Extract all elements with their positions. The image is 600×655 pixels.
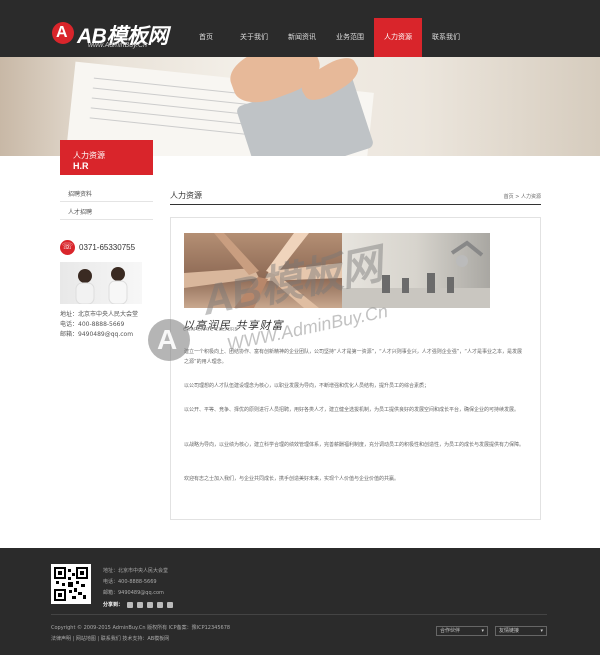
share-star-icon[interactable]	[147, 601, 154, 608]
main-nav: 首页 关于我们 新闻资讯 业务范围 人力资源 联系我们	[182, 18, 470, 57]
phone-icon: ☏	[60, 240, 75, 255]
qr-code-icon	[51, 564, 91, 604]
sidebar-item-1[interactable]: 招聘资料	[60, 184, 153, 202]
paragraph: 以公开、平等、竞争、择优的原则进行人员招聘，用好各类人才，建立健全选拔机制，为员…	[184, 407, 520, 413]
partner-select[interactable]: 合作伙伴	[436, 626, 488, 636]
share-bar: 分享到：	[103, 601, 174, 608]
logo-icon[interactable]: A	[52, 22, 74, 44]
footer-tel: 电话：400-8888-5669	[103, 579, 157, 585]
footer-links[interactable]: 法律声明 | 网站地图 | 联系我们 技术支持：AB模板网	[51, 635, 169, 642]
watermark-logo-icon: A	[148, 319, 190, 361]
share-more-icon[interactable]	[167, 601, 174, 608]
sidebar-title: 人力资源 H.R	[60, 140, 153, 175]
sidebar-email: 邮箱：9490489@qq.com	[60, 331, 134, 338]
page-title: 人力资源	[170, 191, 202, 200]
nav-contact[interactable]: 联系我们	[422, 18, 470, 57]
nav-about[interactable]: 关于我们	[230, 18, 278, 57]
logo-circle: A	[52, 22, 74, 44]
sidebar-item-2[interactable]: 人才招聘	[60, 202, 153, 220]
sidebar-item-label: 招聘资料	[68, 191, 93, 198]
watermark-letter: A	[157, 324, 178, 355]
breadcrumb[interactable]: 首页 > 人力资源	[504, 193, 541, 200]
nav-hr[interactable]: 人力资源	[374, 18, 422, 57]
header: A AB模板网 www.AdminBuy.Cn 首页 关于我们 新闻资讯 业务范…	[0, 0, 600, 57]
share-weibo-icon[interactable]	[137, 601, 144, 608]
sidebar-tel: 电话：400-8888-5669	[60, 321, 125, 328]
footer-email: 邮箱：9490489@qq.com	[103, 590, 164, 596]
nav-business[interactable]: 业务范围	[326, 18, 374, 57]
paragraph: 以公司理想的人才队伍建设理念为核心，以职业发展为导向，不断增强和优化人员结构，提…	[184, 383, 430, 389]
logo-letter: A	[56, 24, 68, 41]
share-tencent-icon[interactable]	[157, 601, 164, 608]
slogan-en: CORPORATE CULTURE	[183, 327, 238, 333]
sidebar-title-en: H.R	[73, 161, 89, 171]
share-label: 分享到：	[103, 602, 124, 608]
sidebar-item-label: 人才招聘	[68, 209, 93, 216]
customer-service-image	[60, 262, 142, 305]
footer-address: 地址：北京市中央人民大会堂	[103, 568, 169, 574]
friend-links-select[interactable]: 友情链接	[495, 626, 547, 636]
copyright: Copyright © 2009-2015 AdminBuy.Cn 版权所有 I…	[51, 625, 231, 631]
footer-divider	[51, 614, 547, 615]
nav-news[interactable]: 新闻资讯	[278, 18, 326, 57]
share-qzone-icon[interactable]	[127, 601, 134, 608]
nav-home[interactable]: 首页	[182, 18, 230, 57]
sidebar-address: 地址：北京市中央人民大会堂	[60, 311, 139, 318]
paragraph: 欢迎有志之士加入我们，与企业共同成长，携手创造美好未来，实现个人价值与企业价值的…	[184, 476, 400, 482]
sidebar-title-cn: 人力资源	[73, 151, 105, 160]
brand-url: www.AdminBuy.Cn	[88, 42, 148, 49]
sidebar-phone: 0371-65330755	[79, 243, 136, 252]
title-divider	[170, 204, 541, 205]
paragraph: 以战略为导向，以业绩为核心，建立科学合理的绩效管理体系，完善薪酬福利制度，充分调…	[184, 442, 525, 448]
